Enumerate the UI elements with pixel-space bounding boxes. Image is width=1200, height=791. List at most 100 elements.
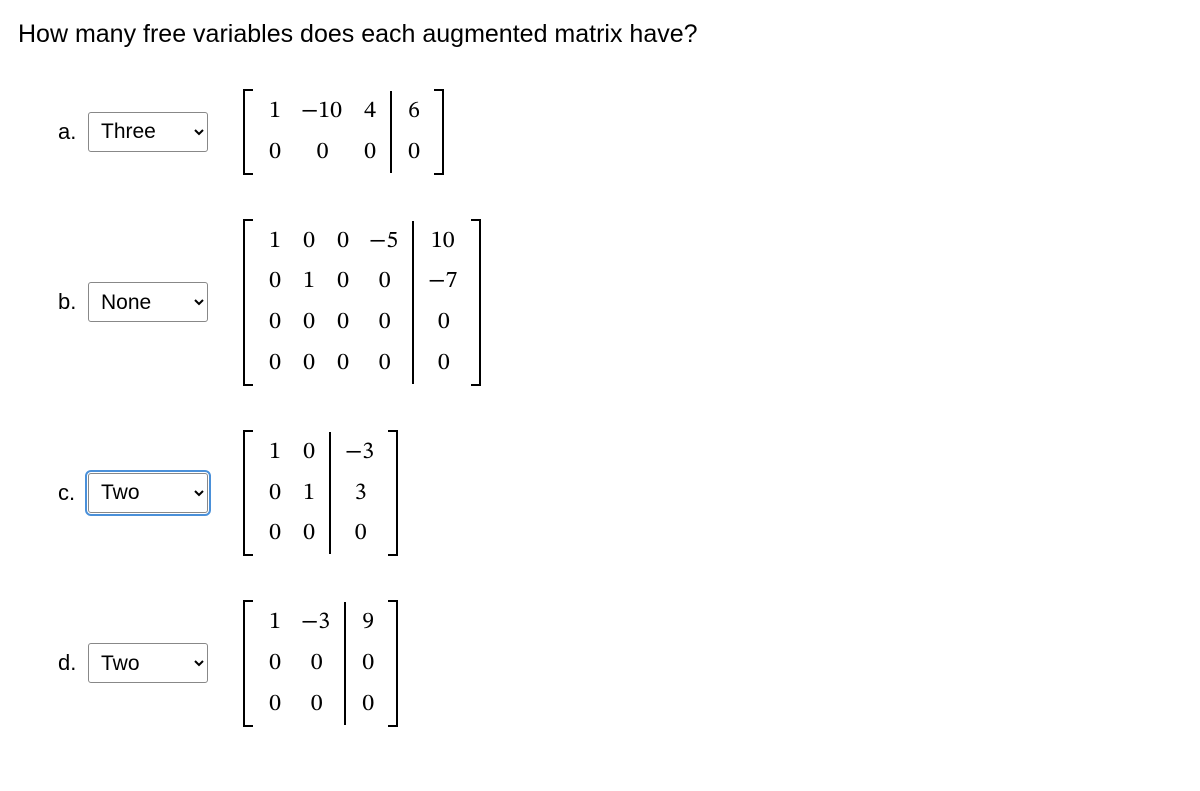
matrix-entry: 1 xyxy=(301,473,315,514)
augment-bar xyxy=(390,91,392,173)
matrix-entry: 0 xyxy=(301,432,315,473)
matrix-entry: 0 xyxy=(335,343,349,384)
matrix-column: 40 xyxy=(352,91,386,173)
augmented-matrix: 100001000000−500010−700 xyxy=(243,219,481,386)
augment-bar xyxy=(412,221,414,384)
bracket-left xyxy=(243,219,253,386)
matrix-entry: 1 xyxy=(267,432,281,473)
matrix-column: 100 xyxy=(257,432,291,554)
matrix-column: −330 xyxy=(335,432,384,554)
matrix-column: 900 xyxy=(350,602,384,724)
matrix-body: 100−300900 xyxy=(253,600,388,726)
matrix-column: 0100 xyxy=(291,221,325,384)
matrix-entry: 1 xyxy=(267,91,281,132)
matrix-entry: 0 xyxy=(267,302,281,343)
matrix-entry: 1 xyxy=(267,602,281,643)
matrix-column: −5000 xyxy=(359,221,408,384)
augment-columns: 60 xyxy=(396,91,430,173)
matrix-body: 10−1004060 xyxy=(253,89,434,175)
matrix-column: 0000 xyxy=(325,221,359,384)
question-text: How many free variables does each augmen… xyxy=(18,20,1182,49)
bracket-right xyxy=(434,89,444,175)
matrix-entry: 0 xyxy=(267,513,281,554)
matrix-entry: 3 xyxy=(353,473,367,514)
part-label: c. xyxy=(58,480,88,506)
matrix-entry: 0 xyxy=(267,473,281,514)
augment-columns: −330 xyxy=(335,432,384,554)
matrix-entry: 0 xyxy=(301,513,315,554)
coeff-columns: 100010 xyxy=(257,432,325,554)
bracket-left xyxy=(243,600,253,726)
part-row: a.NoneOneTwoThree10−1004060 xyxy=(58,89,1182,175)
matrix-entry: 0 xyxy=(309,684,323,725)
matrix-entry: 0 xyxy=(377,343,391,384)
matrix-entry: 1 xyxy=(301,261,315,302)
matrix-entry: 0 xyxy=(436,343,450,384)
matrix-column: −100 xyxy=(291,91,352,173)
bracket-right xyxy=(471,219,481,386)
answer-select[interactable]: NoneOneTwoThree xyxy=(88,473,208,513)
matrix-entry: 9 xyxy=(360,602,374,643)
matrix-column: 1000 xyxy=(257,221,291,384)
matrix-entry: −3 xyxy=(301,602,330,643)
matrix-column: 010 xyxy=(291,432,325,554)
answer-select[interactable]: NoneOneTwoThree xyxy=(88,643,208,683)
parts-container: a.NoneOneTwoThree10−1004060b.NoneOneTwoT… xyxy=(18,89,1182,727)
augmented-matrix: 100−300900 xyxy=(243,600,398,726)
augment-columns: 900 xyxy=(350,602,384,724)
augment-bar xyxy=(344,602,346,724)
augment-bar xyxy=(329,432,331,554)
augmented-matrix: 100010−330 xyxy=(243,430,398,556)
matrix-column: 10−700 xyxy=(418,221,467,384)
answer-select[interactable]: NoneOneTwoThree xyxy=(88,112,208,152)
matrix-entry: 0 xyxy=(267,261,281,302)
matrix-entry: 4 xyxy=(362,91,376,132)
matrix-column: −300 xyxy=(291,602,340,724)
part-label: d. xyxy=(58,650,88,676)
matrix-entry: −7 xyxy=(428,261,457,302)
part-label: a. xyxy=(58,119,88,145)
coeff-columns: 100001000000−5000 xyxy=(257,221,408,384)
matrix-entry: 0 xyxy=(301,302,315,343)
part-label: b. xyxy=(58,289,88,315)
matrix-body: 100010−330 xyxy=(253,430,388,556)
matrix-entry: 0 xyxy=(353,513,367,554)
matrix-entry: 10 xyxy=(431,221,455,262)
matrix-entry: 0 xyxy=(362,132,376,173)
matrix-entry: 0 xyxy=(301,221,315,262)
coeff-columns: 100 −3 00 xyxy=(257,602,340,724)
part-row: d.NoneOneTwoThree100−300900 xyxy=(58,600,1182,726)
matrix-entry: 0 xyxy=(335,261,349,302)
bracket-left xyxy=(243,89,253,175)
matrix-entry: 0 xyxy=(377,261,391,302)
part-row: b.NoneOneTwoThree100001000000−500010−700 xyxy=(58,219,1182,386)
answer-select[interactable]: NoneOneTwoThree xyxy=(88,282,208,322)
matrix-entry: 0 xyxy=(377,302,391,343)
matrix-body: 100001000000−500010−700 xyxy=(253,219,471,386)
matrix-entry: 0 xyxy=(315,132,329,173)
augment-columns: 10−700 xyxy=(418,221,467,384)
bracket-right xyxy=(388,600,398,726)
bracket-right xyxy=(388,430,398,556)
matrix-entry: 0 xyxy=(436,302,450,343)
matrix-entry: −3 xyxy=(345,432,374,473)
matrix-entry: 0 xyxy=(267,643,281,684)
part-row: c.NoneOneTwoThree100010−330 xyxy=(58,430,1182,556)
matrix-entry: −5 xyxy=(369,221,398,262)
augmented-matrix: 10−1004060 xyxy=(243,89,444,175)
matrix-column: 60 xyxy=(396,91,430,173)
matrix-entry: 0 xyxy=(335,221,349,262)
matrix-entry: 0 xyxy=(267,132,281,173)
matrix-entry: 0 xyxy=(360,684,374,725)
matrix-column: 100 xyxy=(257,602,291,724)
matrix-entry: 1 xyxy=(267,221,281,262)
matrix-entry: 6 xyxy=(406,91,420,132)
matrix-column: 10 xyxy=(257,91,291,173)
matrix-entry: 0 xyxy=(267,343,281,384)
matrix-entry: 0 xyxy=(335,302,349,343)
matrix-entry: 0 xyxy=(301,343,315,384)
matrix-entry: 0 xyxy=(360,643,374,684)
matrix-entry: −10 xyxy=(301,91,342,132)
bracket-left xyxy=(243,430,253,556)
coeff-columns: 10−10040 xyxy=(257,91,386,173)
